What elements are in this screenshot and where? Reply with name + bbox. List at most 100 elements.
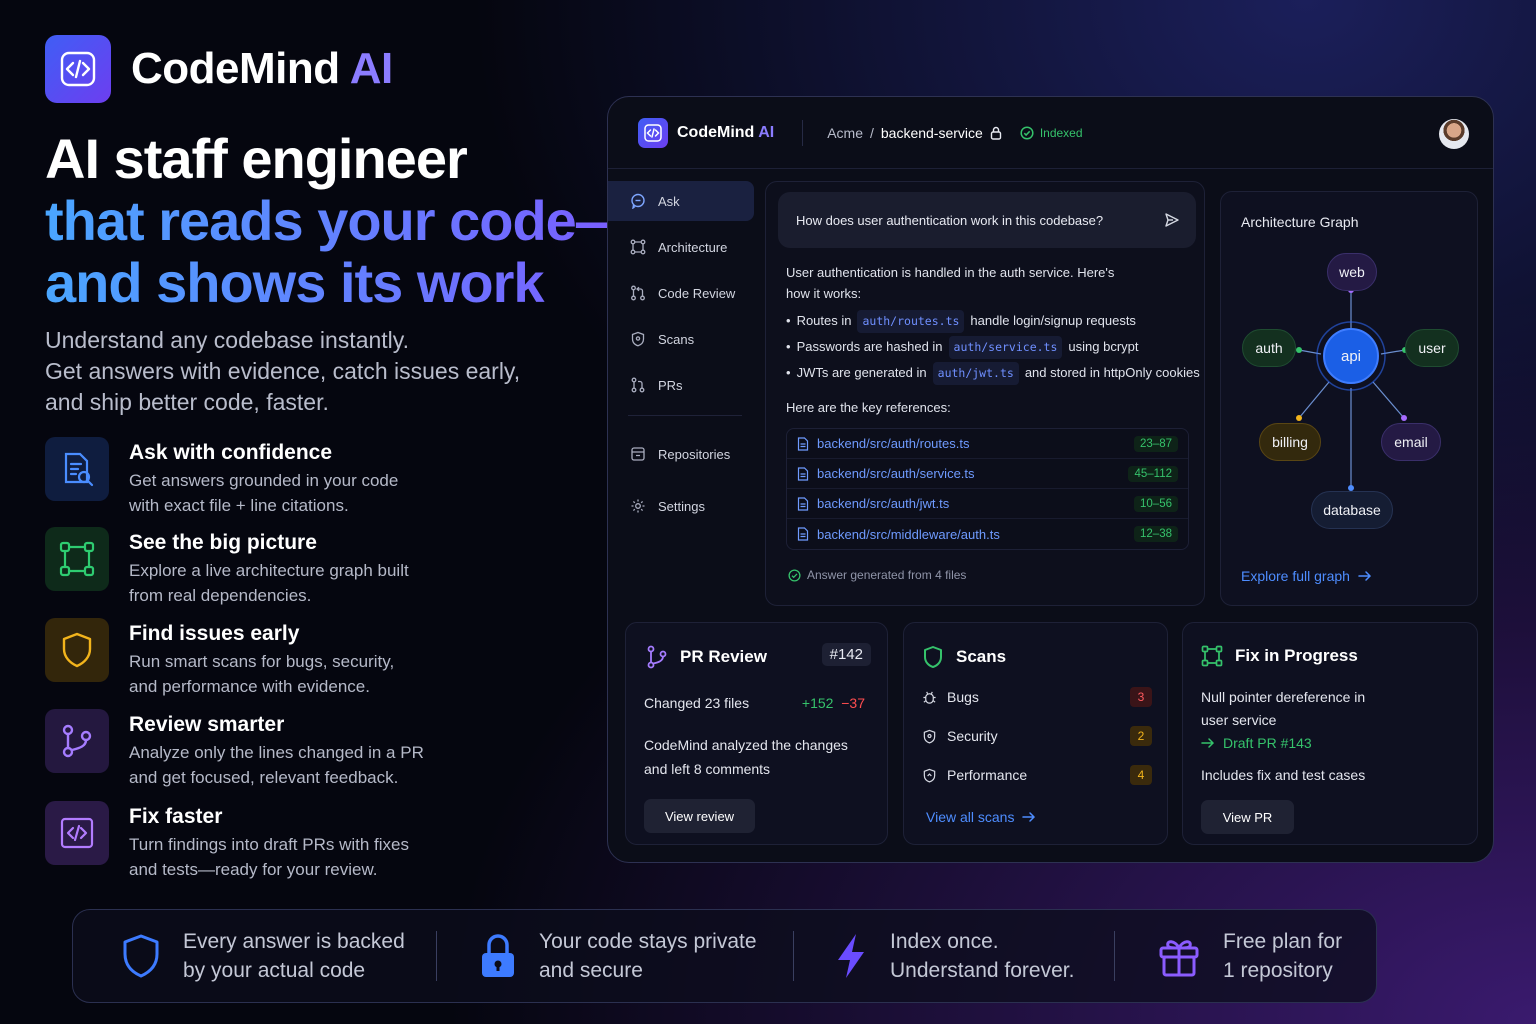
fix-title: Fix in Progress bbox=[1201, 645, 1358, 667]
benefit-evidence: Every answer is backed by your actual cod… bbox=[121, 927, 436, 985]
question-input[interactable]: How does user authentication work in thi… bbox=[778, 192, 1196, 248]
gear-icon bbox=[631, 499, 645, 513]
benefit-index: Index once. Understand forever. bbox=[834, 927, 1114, 985]
code-file-icon bbox=[45, 801, 109, 865]
arrow-right-icon bbox=[1022, 812, 1036, 822]
draft-pr-link[interactable]: Draft PR #143 bbox=[1201, 735, 1312, 751]
nodes-icon bbox=[630, 239, 646, 255]
benefit-free-plan: Free plan for 1 repository bbox=[1157, 927, 1342, 985]
graph-node-api[interactable]: api bbox=[1323, 328, 1379, 384]
pr-review-title: PR Review bbox=[646, 645, 767, 669]
chat-icon bbox=[631, 193, 645, 209]
graph-node-email[interactable]: email bbox=[1381, 423, 1441, 461]
repo-icon bbox=[631, 447, 645, 461]
brand-name: CodeMind AI bbox=[131, 44, 393, 93]
scans-title: Scans bbox=[922, 645, 1006, 669]
headline-line1: AI staff engineer bbox=[45, 127, 468, 190]
ask-panel: How does user authentication work in thi… bbox=[765, 181, 1205, 606]
arrow-right-icon bbox=[1201, 738, 1215, 748]
file-icon bbox=[797, 436, 809, 451]
answer-bullet: • JWTs are generated in auth/jwt.ts and … bbox=[786, 362, 1206, 385]
pr-icon bbox=[631, 377, 645, 393]
benefits-bar: Every answer is backed by your actual cod… bbox=[72, 909, 1377, 1003]
headline: AI staff engineer that reads your code— … bbox=[45, 127, 632, 314]
scan-row-performance[interactable]: Performance 4 bbox=[922, 765, 1152, 785]
sidebar-item-code-review[interactable]: Code Review bbox=[608, 273, 754, 313]
graph-node-database[interactable]: database bbox=[1311, 491, 1393, 529]
sidebar-item-scans[interactable]: Scans bbox=[608, 319, 754, 359]
references-list: backend/src/auth/routes.ts 23–87 backend/… bbox=[786, 428, 1189, 550]
references-heading: Here are the key references: bbox=[786, 400, 951, 415]
check-circle-icon bbox=[788, 568, 801, 582]
shield-icon bbox=[631, 331, 645, 347]
changed-files: Changed 23 files bbox=[644, 695, 750, 711]
reference-link[interactable]: backend/src/middleware/auth.ts 12–38 bbox=[787, 519, 1188, 549]
view-all-scans-link[interactable]: View all scans bbox=[926, 809, 1036, 825]
pr-review-card: PR Review #142 Changed 23 files +152 −37… bbox=[625, 622, 888, 845]
lock-icon bbox=[482, 934, 514, 977]
explore-graph-link[interactable]: Explore full graph bbox=[1241, 568, 1372, 584]
review-icon bbox=[631, 285, 645, 301]
breadcrumb: Acme / backend-service bbox=[827, 125, 1002, 141]
lock-icon bbox=[990, 126, 1002, 140]
view-review-button[interactable]: View review bbox=[644, 799, 755, 833]
graph-node-web[interactable]: web bbox=[1327, 253, 1377, 291]
sidebar-item-prs[interactable]: PRs bbox=[608, 365, 754, 405]
breadcrumb-repo[interactable]: backend-service bbox=[881, 125, 983, 141]
divider bbox=[1114, 931, 1115, 981]
shield-icon bbox=[123, 934, 159, 978]
shield-icon bbox=[924, 646, 942, 668]
pr-number-badge: #142 bbox=[821, 643, 871, 666]
graph-node-auth[interactable]: auth bbox=[1242, 329, 1296, 367]
gift-icon bbox=[1159, 940, 1199, 977]
file-icon bbox=[797, 496, 809, 511]
divider bbox=[436, 931, 437, 981]
user-avatar[interactable] bbox=[1439, 119, 1469, 149]
feature-ask: Ask with confidence Get answers grounded … bbox=[45, 437, 525, 518]
fix-description: Null pointer dereference in user service bbox=[1201, 689, 1366, 728]
app-name: CodeMind AI bbox=[677, 123, 775, 141]
sidebar-item-architecture[interactable]: Architecture bbox=[608, 227, 754, 267]
sidebar-item-repositories[interactable]: Repositories bbox=[608, 434, 754, 474]
scan-row-bugs[interactable]: Bugs 3 bbox=[922, 687, 1152, 707]
view-pr-button[interactable]: View PR bbox=[1201, 800, 1294, 834]
gauge-icon bbox=[923, 768, 936, 783]
sidebar-item-settings[interactable]: Settings bbox=[608, 486, 754, 526]
feature-graph: See the big picture Explore a live archit… bbox=[45, 527, 525, 608]
shield-icon bbox=[45, 618, 109, 682]
app-logo-icon[interactable] bbox=[638, 117, 668, 148]
graph-icon bbox=[1201, 645, 1223, 667]
diff-stats: +152 −37 bbox=[801, 695, 865, 711]
headline-line3: and shows its work bbox=[45, 252, 631, 314]
sidebar: Ask Architecture Code Review Scans PRs R… bbox=[608, 181, 754, 532]
answer-bullet: • Routes in auth/routes.ts handle login/… bbox=[786, 310, 1206, 333]
breadcrumb-org[interactable]: Acme bbox=[827, 125, 863, 141]
sidebar-divider bbox=[628, 415, 742, 416]
scan-row-security[interactable]: Security 2 bbox=[922, 726, 1152, 746]
feature-scans: Find issues early Run smart scans for bug… bbox=[45, 618, 525, 699]
feature-review: Review smarter Analyze only the lines cha… bbox=[45, 709, 525, 790]
app-window: CodeMind AI Acme / backend-service Index… bbox=[607, 96, 1494, 863]
document-search-icon bbox=[45, 437, 109, 501]
answer-text: User authentication is handled in the au… bbox=[786, 262, 1206, 418]
code-logo-icon bbox=[45, 35, 111, 103]
send-icon[interactable] bbox=[1164, 212, 1180, 228]
reference-link[interactable]: backend/src/auth/service.ts 45–112 bbox=[787, 459, 1188, 489]
sidebar-item-ask[interactable]: Ask bbox=[608, 181, 754, 221]
brand-header: CodeMind AI bbox=[45, 35, 393, 103]
branch-icon bbox=[647, 645, 667, 669]
fix-in-progress-card: Fix in Progress Null pointer dereference… bbox=[1182, 622, 1478, 845]
reference-link[interactable]: backend/src/auth/jwt.ts 10–56 bbox=[787, 489, 1188, 519]
arrow-right-icon bbox=[1358, 571, 1372, 581]
answer-bullet: • Passwords are hashed in auth/service.t… bbox=[786, 336, 1206, 359]
graph-icon bbox=[45, 527, 109, 591]
pr-summary: CodeMind analyzed the changes and left 8 … bbox=[644, 737, 848, 777]
file-icon bbox=[797, 466, 809, 481]
headline-line2: that reads your code— bbox=[45, 189, 632, 252]
check-circle-icon bbox=[1020, 125, 1034, 140]
benefit-private: Your code stays private and secure bbox=[479, 927, 793, 985]
fix-includes: Includes fix and test cases bbox=[1201, 767, 1366, 783]
graph-node-billing[interactable]: billing bbox=[1259, 423, 1321, 461]
reference-link[interactable]: backend/src/auth/routes.ts 23–87 bbox=[787, 429, 1188, 459]
graph-node-user[interactable]: user bbox=[1405, 329, 1459, 367]
